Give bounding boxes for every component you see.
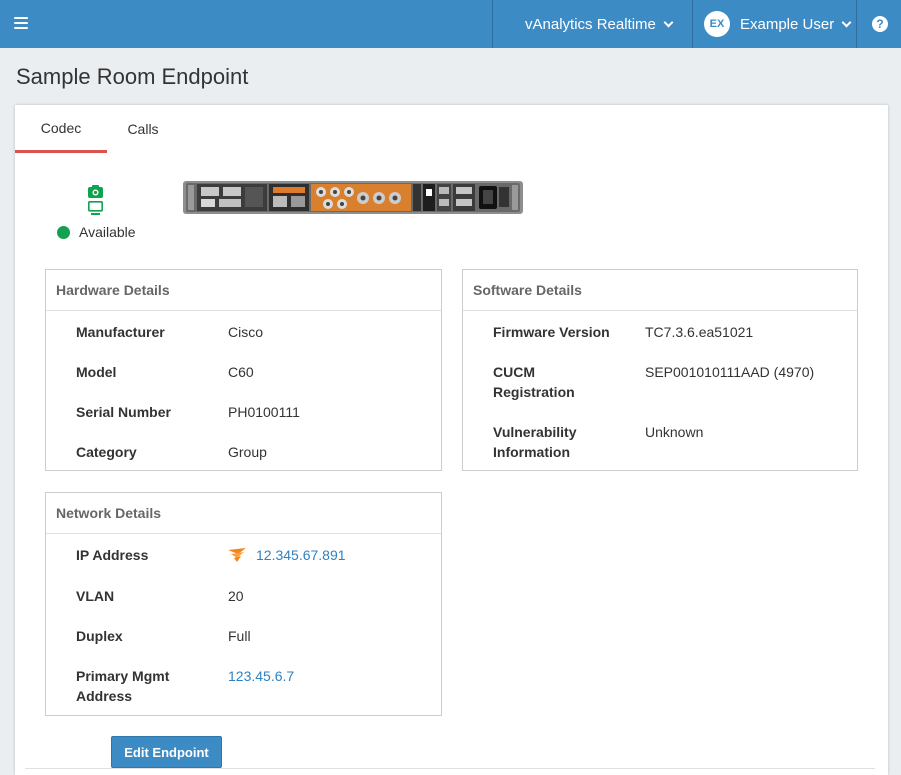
panel-title: Network Details <box>46 493 441 534</box>
top-navbar: vAnalytics Realtime EX Example User ? <box>0 0 901 48</box>
detail-value: Cisco <box>228 324 264 340</box>
hardware-details-panel: Hardware Details Manufacturer Cisco Mode… <box>45 269 442 471</box>
codec-rear-panel-image <box>183 181 523 214</box>
detail-value: Full <box>228 628 251 644</box>
detail-value: Group <box>228 444 267 460</box>
page-title: Sample Room Endpoint <box>16 64 249 89</box>
device-type-icons <box>88 185 106 218</box>
detail-label: Serial Number <box>76 404 171 420</box>
detail-value: Unknown <box>645 424 704 440</box>
avatar: EX <box>704 11 730 37</box>
panel-title: Software Details <box>463 270 857 311</box>
detail-value: TC7.3.6.ea51021 <box>645 324 754 340</box>
app-switcher-dropdown[interactable]: vAnalytics Realtime <box>525 0 674 48</box>
tab-label: Calls <box>127 121 159 137</box>
endpoint-card: Codec Calls Available Hardware Details M… <box>15 105 888 775</box>
user-menu-dropdown[interactable]: EX Example User <box>704 0 852 48</box>
detail-value: SEP001010111AAD (4970) <box>645 364 815 380</box>
detail-label: Firmware Version <box>493 324 610 340</box>
software-details-panel: Software Details Firmware Version TC7.3.… <box>462 269 858 471</box>
tab-label: Codec <box>40 119 82 136</box>
detail-value: 20 <box>228 588 244 604</box>
chevron-down-icon <box>841 17 852 27</box>
detail-label: Duplex <box>76 628 123 644</box>
navbar-divider <box>692 0 693 48</box>
solarwinds-icon[interactable] <box>228 548 248 562</box>
camera-icon <box>88 185 103 198</box>
detail-label: IP Address <box>76 547 149 563</box>
edit-endpoint-button[interactable]: Edit Endpoint <box>111 736 222 768</box>
app-switcher-label: vAnalytics Realtime <box>525 15 656 33</box>
detail-label: Model <box>76 364 117 380</box>
detail-label: Vulnerability Information <box>493 424 577 460</box>
tab-calls[interactable]: Calls <box>107 105 179 153</box>
user-name: Example User <box>740 15 835 33</box>
help-icon: ? <box>872 16 888 32</box>
status-dot-icon <box>57 225 70 239</box>
status-text: Available <box>79 224 136 240</box>
monitor-icon <box>88 201 103 215</box>
menu-icon[interactable] <box>14 17 28 29</box>
help-button[interactable]: ? <box>872 0 888 48</box>
network-details-panel: Network Details IP Address 12.345.67.891… <box>45 492 442 716</box>
detail-label: VLAN <box>76 588 115 604</box>
tab-codec[interactable]: Codec <box>15 105 107 153</box>
ip-address-link[interactable]: 12.345.67.891 <box>256 545 346 565</box>
panel-title: Hardware Details <box>46 270 441 311</box>
chevron-down-icon <box>663 17 674 27</box>
navbar-divider <box>856 0 857 48</box>
navbar-divider <box>492 0 493 48</box>
detail-label: Manufacturer <box>76 324 165 340</box>
divider <box>25 768 875 769</box>
availability-status: Available <box>57 224 136 240</box>
detail-label: Primary Mgmt Address <box>76 668 170 704</box>
detail-label: CUCM Registration <box>493 364 575 400</box>
detail-value: C60 <box>228 364 254 380</box>
detail-value: PH0100111 <box>228 404 300 420</box>
mgmt-address-link[interactable]: 123.45.6.7 <box>228 666 294 686</box>
detail-label: Category <box>76 444 137 460</box>
